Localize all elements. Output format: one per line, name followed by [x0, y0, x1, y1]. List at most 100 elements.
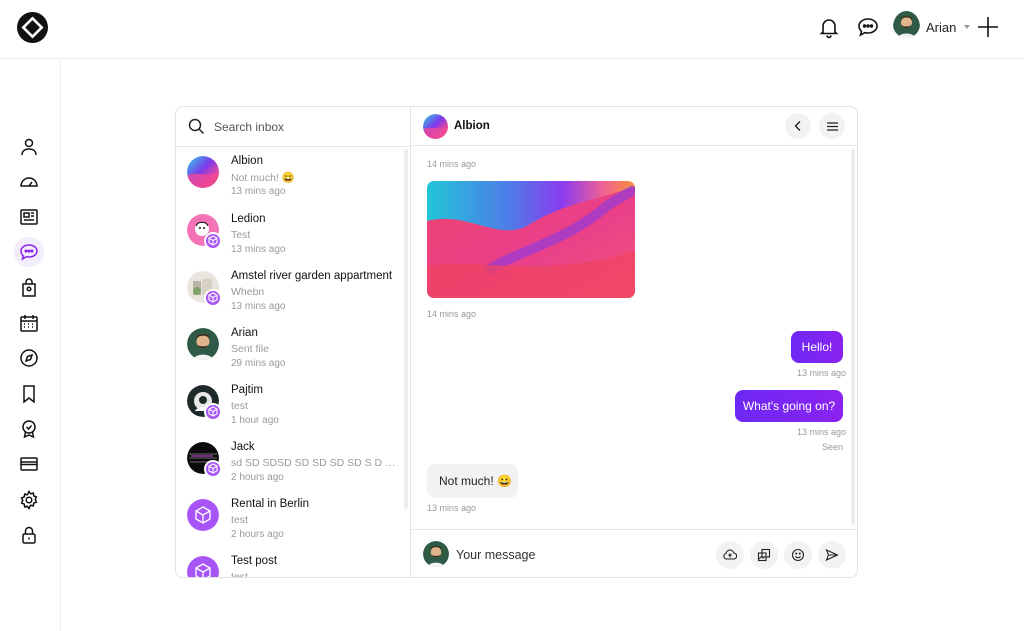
conversation-preview: test [231, 514, 248, 526]
chevron-down-icon [964, 25, 971, 29]
avatar [893, 11, 920, 43]
inbox-column: Albion Not much! 😀 13 mins ago Ledion Te… [176, 107, 411, 578]
badge-icon [22, 420, 36, 439]
avatar [423, 114, 448, 139]
sidebar-item-places[interactable] [14, 273, 44, 303]
conversation-time: 29 mins ago [231, 358, 286, 369]
search-input[interactable] [214, 117, 394, 137]
menu-icon [826, 121, 838, 131]
conversation-name: Test post [231, 555, 278, 567]
conversation-item[interactable]: Jack sd SD SDSD SD SD SD SD S D SD SD SD… [176, 434, 404, 490]
cube-icon [204, 232, 222, 250]
message-time: 14 mins ago [427, 159, 477, 169]
news-icon [20, 209, 38, 225]
sidebar-item-explore[interactable] [14, 343, 44, 373]
compass-icon [20, 349, 38, 367]
image-message[interactable] [427, 181, 635, 298]
conversation-time: 13 mins ago [231, 186, 286, 197]
app-logo[interactable] [17, 12, 48, 43]
conversation-time: 2 hours ago [231, 472, 284, 483]
back-button[interactable] [785, 113, 811, 139]
conversation-name: Ledion [231, 213, 266, 225]
conversation-preview: test [231, 400, 248, 412]
avatar [187, 499, 219, 531]
messages-icon[interactable] [856, 15, 880, 39]
sidebar-item-payments[interactable] [14, 449, 44, 479]
seen-status: Seen [822, 442, 844, 452]
conversation-item[interactable]: Rental in Berlin test 2 hours ago [176, 491, 404, 547]
message-time: 14 mins ago [427, 309, 477, 319]
chat-column: Albion 14 mins ago 14 mins ago Hello! 13… [411, 107, 857, 577]
sidebar-item-security[interactable] [14, 520, 44, 550]
user-name: Arian [926, 19, 957, 35]
attach-gallery-button[interactable] [750, 541, 778, 569]
sidebar-item-badges[interactable] [14, 414, 44, 444]
conversation-list: Albion Not much! 😀 13 mins ago Ledion Te… [176, 147, 411, 578]
message-bubble-outgoing: Hello! [791, 331, 843, 363]
conversation-time: 13 mins ago [231, 244, 286, 255]
conversation-preview: test [231, 571, 248, 578]
emoji-button[interactable] [784, 541, 812, 569]
smiley-icon [791, 548, 805, 562]
messages-panel: Albion Not much! 😀 13 mins ago Ledion Te… [175, 106, 858, 578]
chat-title: Albion [454, 120, 490, 132]
sidebar-item-dashboard[interactable] [14, 167, 44, 197]
cube-icon [204, 460, 222, 478]
sidebar-item-calendar[interactable] [14, 308, 44, 338]
message-input[interactable] [456, 545, 676, 565]
chevron-left-icon [794, 121, 801, 131]
sidebar-item-news[interactable] [14, 202, 44, 232]
conversation-name: Arian [231, 327, 258, 339]
lock-icon [22, 526, 36, 544]
conversation-name: Amstel river garden appartment [231, 270, 393, 282]
plus-icon[interactable] [976, 15, 1000, 39]
message-time: 13 mins ago [797, 368, 847, 378]
gallery-icon [757, 548, 771, 562]
conversation-preview: sd SD SDSD SD SD SD SD S D SD SD SD SD [231, 457, 399, 469]
conversation-item[interactable]: Albion Not much! 😀 13 mins ago [176, 148, 404, 204]
avatar [187, 156, 219, 188]
menu-button[interactable] [819, 113, 845, 139]
chat-scrollbar[interactable] [851, 149, 855, 525]
sidebar-item-saved[interactable] [14, 379, 44, 409]
card-icon [20, 457, 38, 471]
conversation-name: Rental in Berlin [231, 498, 309, 510]
cube-icon [204, 403, 222, 421]
search-icon [188, 118, 205, 135]
user-icon [21, 138, 37, 156]
conversation-time: 1 hour ago [231, 415, 279, 426]
chat-header: Albion [411, 107, 857, 146]
conversation-name: Albion [231, 155, 263, 167]
conversation-name: Pajtim [231, 384, 263, 396]
conversation-preview: Not much! 😀 [231, 172, 295, 184]
sidebar [0, 59, 61, 631]
dashboard-icon [20, 177, 38, 187]
sidebar-item-profile[interactable] [14, 132, 44, 162]
bookmark-icon [23, 385, 35, 404]
conversation-preview: Whebn [231, 286, 265, 298]
calendar-icon [20, 315, 38, 332]
avatar [423, 541, 449, 567]
conversation-item[interactable]: Arian Sent file 29 mins ago [176, 320, 404, 376]
top-bar: Arian [0, 0, 1024, 59]
conversation-item[interactable]: Pajtim test 1 hour ago [176, 377, 404, 433]
conversation-time: 13 mins ago [231, 301, 286, 312]
send-icon [825, 548, 839, 562]
conversation-preview: Test [231, 229, 251, 241]
conversation-item[interactable]: Ledion Test 13 mins ago [176, 206, 404, 262]
message-time: 13 mins ago [797, 427, 847, 437]
conversation-item[interactable]: Amstel river garden appartment Whebn 13 … [176, 263, 404, 319]
user-menu[interactable]: Arian [893, 11, 971, 43]
message-thread: 14 mins ago 14 mins ago Hello! 13 mins a… [411, 147, 857, 529]
cube-icon [204, 289, 222, 307]
bell-icon[interactable] [817, 15, 841, 39]
conversation-scrollbar[interactable] [404, 149, 408, 509]
settings-icon [20, 490, 38, 510]
avatar [187, 328, 219, 360]
conversation-item[interactable]: Test post test [176, 548, 404, 578]
upload-button[interactable] [716, 541, 744, 569]
sidebar-item-settings[interactable] [14, 485, 44, 515]
send-button[interactable] [818, 541, 846, 569]
sidebar-item-chat[interactable] [14, 237, 44, 267]
location-bag-icon [22, 278, 36, 297]
